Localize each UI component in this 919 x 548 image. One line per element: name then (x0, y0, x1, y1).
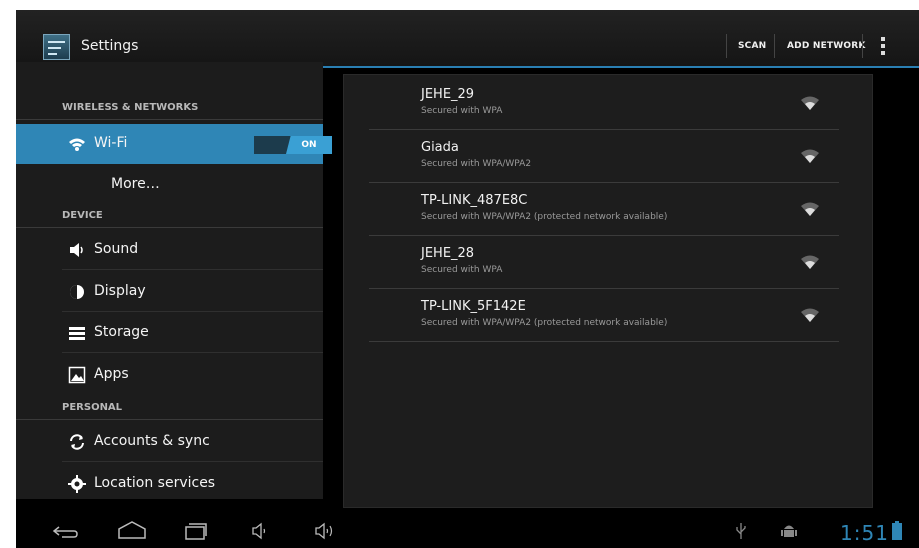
storage-icon (69, 327, 85, 340)
sidebar-item-apps[interactable]: Apps (16, 355, 323, 395)
system-bar: 1:51 (16, 513, 919, 548)
display-icon (70, 285, 84, 299)
network-ssid: TP-LINK_5F142E (421, 299, 526, 314)
network-security: Secured with WPA/WPA2 (421, 159, 532, 169)
home-icon[interactable] (116, 520, 148, 540)
back-icon[interactable] (52, 523, 78, 539)
volume-up-icon[interactable] (314, 521, 340, 541)
network-item[interactable]: JEHE_29 Secured with WPA (369, 78, 839, 130)
action-divider (726, 34, 727, 58)
sidebar-item-wifi[interactable]: Wi-Fi ON (16, 124, 332, 164)
sidebar-item-storage[interactable]: Storage (16, 313, 323, 353)
sidebar-item-label: More… (111, 176, 160, 192)
sidebar-item-label: Accounts & sync (94, 433, 210, 449)
wifi-toggle-state: ON (286, 136, 332, 154)
category-personal: PERSONAL (16, 396, 323, 420)
scan-button[interactable]: SCAN (738, 41, 766, 51)
overflow-menu-icon[interactable] (881, 37, 885, 57)
network-item[interactable]: TP-LINK_5F142E Secured with WPA/WPA2 (pr… (369, 290, 839, 342)
category-wireless-networks: WIRELESS & NETWORKS (16, 96, 323, 120)
wifi-icon (69, 138, 85, 151)
sidebar-item-more[interactable]: More… (16, 164, 323, 204)
battery-icon (892, 521, 902, 540)
action-divider (774, 34, 775, 58)
network-item[interactable]: TP-LINK_487E8C Secured with WPA/WPA2 (pr… (369, 184, 839, 236)
network-ssid: JEHE_29 (421, 87, 475, 102)
wifi-signal-icon (801, 149, 819, 163)
wifi-signal-icon (801, 308, 819, 322)
sidebar-item-label: Location services (94, 475, 216, 491)
action-divider (862, 34, 863, 58)
sidebar-item-label: Sound (94, 241, 139, 257)
sidebar-item-accounts-sync[interactable]: Accounts & sync (16, 422, 323, 462)
wifi-signal-icon (801, 255, 819, 269)
network-item[interactable]: JEHE_28 Secured with WPA (369, 237, 839, 289)
app-title: Settings (81, 38, 139, 54)
location-icon (68, 475, 86, 493)
add-network-button[interactable]: ADD NETWORK (787, 41, 866, 51)
action-bar: Settings SCAN ADD NETWORK (16, 10, 919, 68)
speaker-icon (70, 243, 83, 257)
wifi-toggle[interactable]: ON (254, 136, 332, 154)
network-ssid: Giada (421, 140, 459, 155)
network-security: Secured with WPA (421, 265, 503, 275)
settings-app-icon[interactable] (43, 34, 70, 60)
sidebar-item-label: Apps (94, 366, 129, 382)
network-item[interactable]: Giada Secured with WPA/WPA2 (369, 131, 839, 183)
apps-icon (68, 366, 86, 384)
sidebar-item-label: Storage (94, 324, 149, 340)
sidebar-item-sound[interactable]: Sound (16, 230, 323, 270)
wifi-signal-icon (801, 96, 819, 110)
category-device: DEVICE (16, 204, 323, 228)
network-ssid: TP-LINK_487E8C (421, 193, 528, 208)
recent-apps-icon[interactable] (184, 521, 208, 541)
wifi-signal-icon (801, 202, 819, 216)
network-security: Secured with WPA/WPA2 (protected network… (421, 212, 668, 222)
status-clock: 1:51 (840, 521, 889, 545)
volume-down-icon[interactable] (251, 521, 269, 541)
sidebar-item-location-services[interactable]: Location services (16, 464, 323, 504)
sidebar-item-label: Display (94, 283, 146, 299)
sidebar-item-label: Wi-Fi (94, 135, 128, 151)
usb-icon (736, 523, 746, 539)
sidebar-item-display[interactable]: Display (16, 272, 323, 312)
network-security: Secured with WPA (421, 106, 503, 116)
network-ssid: JEHE_28 (421, 246, 475, 261)
android-debug-icon (781, 525, 797, 537)
network-security: Secured with WPA/WPA2 (protected network… (421, 318, 668, 328)
sync-icon (70, 434, 84, 450)
